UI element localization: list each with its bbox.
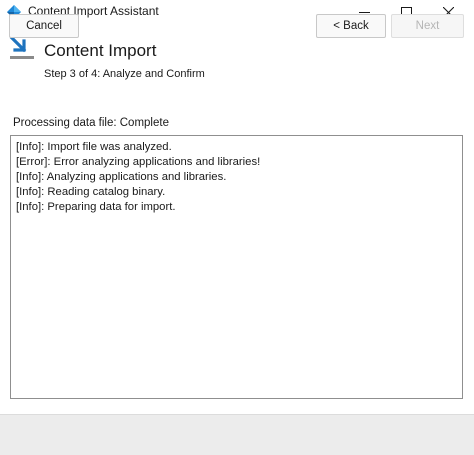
log-line: [Info]: Preparing data for import. (16, 201, 176, 213)
log-line: [Error]: Error analyzing applications an… (16, 156, 261, 168)
wizard-footer (0, 414, 474, 455)
back-button[interactable]: < Back (316, 14, 386, 38)
log-line: [Info]: Analyzing applications and libra… (16, 171, 227, 183)
next-button[interactable]: Next (391, 14, 464, 38)
processing-status: Processing data file: Complete (13, 117, 169, 129)
log-line: [Info]: Import file was analyzed. (16, 141, 172, 153)
log-output-box[interactable]: [Info]: Import file was analyzed. [Error… (10, 135, 463, 399)
page-title: Content Import (44, 41, 157, 60)
cancel-button[interactable]: Cancel (9, 14, 79, 38)
step-subtitle: Step 3 of 4: Analyze and Confirm (44, 68, 205, 80)
import-arrow-icon (9, 36, 34, 59)
log-line: [Info]: Reading catalog binary. (16, 186, 166, 198)
